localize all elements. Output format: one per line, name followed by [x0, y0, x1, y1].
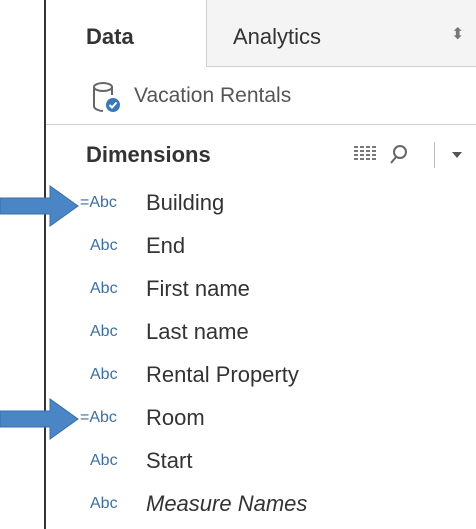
string-type-icon: Abc — [90, 280, 118, 297]
list-item-end[interactable]: Abc End — [0, 227, 476, 267]
dimensions-toolbar — [350, 142, 476, 172]
calculated-string-type-icon: =Abc — [80, 409, 117, 426]
tab-analytics[interactable]: Analytics ⬍ — [207, 0, 476, 66]
field-name: End — [146, 233, 186, 258]
view-list-icon[interactable] — [354, 146, 376, 164]
datasource-icon — [93, 82, 120, 112]
tab-analytics-label: Analytics — [233, 24, 322, 49]
field-name: Room — [146, 405, 205, 430]
string-type-icon: Abc — [90, 495, 118, 512]
tab-data[interactable]: Data — [46, 0, 207, 67]
callout-arrow-icon — [0, 185, 79, 227]
chevron-down-icon[interactable] — [450, 150, 464, 160]
string-type-icon: Abc — [90, 452, 118, 469]
field-name: Start — [146, 448, 193, 473]
callout-arrow-icon — [0, 398, 79, 440]
datasource-item[interactable]: Vacation Rentals — [90, 80, 450, 114]
string-type-icon: Abc — [90, 366, 118, 383]
divider — [46, 124, 476, 125]
toolbar-separator — [434, 142, 435, 168]
pane-tabs: Data Analytics ⬍ — [46, 0, 476, 67]
field-name: Building — [146, 190, 225, 215]
list-item-first-name[interactable]: Abc First name — [0, 270, 476, 310]
search-icon[interactable] — [388, 143, 410, 167]
string-type-icon: Abc — [90, 323, 118, 340]
list-item-start[interactable]: Abc Start — [0, 442, 476, 482]
tab-data-label: Data — [86, 24, 134, 49]
field-name: First name — [146, 276, 250, 301]
list-item-rental-property[interactable]: Abc Rental Property — [0, 356, 476, 396]
list-item-measure-names[interactable]: Abc Measure Names — [0, 485, 476, 525]
tab-analytics-caret-icon: ⬍ — [451, 26, 465, 43]
string-type-icon: Abc — [90, 237, 118, 254]
dimensions-header: Dimensions — [86, 142, 211, 167]
calculated-string-type-icon: =Abc — [80, 194, 117, 211]
list-item-last-name[interactable]: Abc Last name — [0, 313, 476, 353]
datasource-name: Vacation Rentals — [134, 84, 292, 107]
field-name: Measure Names — [146, 491, 308, 516]
field-name: Last name — [146, 319, 249, 344]
field-name: Rental Property — [146, 362, 299, 387]
